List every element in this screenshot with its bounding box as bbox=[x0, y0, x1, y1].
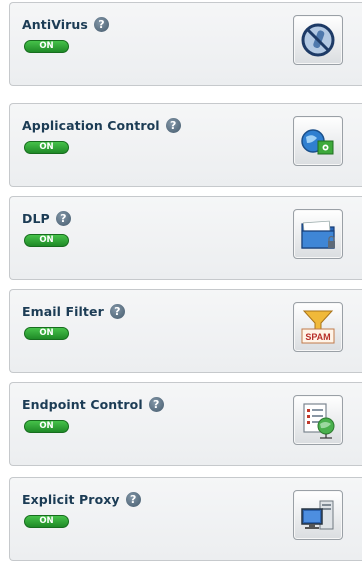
help-icon[interactable]: ? bbox=[148, 397, 164, 412]
feature-toggle[interactable]: ON bbox=[24, 234, 69, 247]
feature-card-dlp: DLP ? ON bbox=[9, 196, 362, 280]
email-filter-icon-button[interactable]: SPAM bbox=[293, 302, 343, 352]
help-icon[interactable]: ? bbox=[93, 17, 109, 32]
endpoint-control-icon bbox=[303, 403, 335, 439]
help-icon[interactable]: ? bbox=[55, 211, 71, 226]
feature-title: Endpoint Control bbox=[22, 397, 143, 412]
feature-toggle[interactable]: ON bbox=[24, 515, 69, 528]
help-icon[interactable]: ? bbox=[125, 492, 141, 507]
antivirus-icon bbox=[301, 23, 335, 57]
feature-title: Application Control bbox=[22, 118, 160, 133]
explicit-proxy-icon-button[interactable] bbox=[293, 490, 343, 540]
feature-card-application-control: Application Control ? ON bbox=[9, 103, 362, 187]
feature-toggle[interactable]: ON bbox=[24, 420, 69, 433]
application-control-icon-button[interactable] bbox=[293, 116, 343, 166]
application-control-icon bbox=[301, 129, 334, 155]
feature-title: AntiVirus bbox=[22, 17, 88, 32]
feature-card-explicit-proxy: Explicit Proxy ? ON bbox=[9, 477, 362, 561]
spam-filter-icon: SPAM bbox=[301, 310, 335, 344]
feature-toggle[interactable]: ON bbox=[24, 141, 69, 154]
feature-title: Explicit Proxy bbox=[22, 492, 120, 507]
feature-title-row: Email Filter ? bbox=[22, 304, 125, 319]
endpoint-control-icon-button[interactable] bbox=[293, 395, 343, 445]
antivirus-icon-button[interactable] bbox=[293, 15, 343, 65]
feature-title: DLP bbox=[22, 211, 50, 226]
dlp-icon-button[interactable] bbox=[293, 209, 343, 259]
spam-label: SPAM bbox=[305, 332, 330, 342]
help-icon[interactable]: ? bbox=[109, 304, 125, 319]
feature-title-row: AntiVirus ? bbox=[22, 17, 109, 32]
feature-card-email-filter: Email Filter ? ON SPAM bbox=[9, 289, 362, 373]
dlp-folder-icon bbox=[301, 220, 335, 249]
feature-title-row: DLP ? bbox=[22, 211, 71, 226]
feature-title-row: Application Control ? bbox=[22, 118, 181, 133]
feature-title: Email Filter bbox=[22, 304, 104, 319]
feature-title-row: Endpoint Control ? bbox=[22, 397, 164, 412]
feature-toggle[interactable]: ON bbox=[24, 327, 69, 340]
feature-title-row: Explicit Proxy ? bbox=[22, 492, 141, 507]
explicit-proxy-icon bbox=[301, 500, 334, 530]
help-icon[interactable]: ? bbox=[165, 118, 181, 133]
feature-card-antivirus: AntiVirus ? ON bbox=[9, 2, 362, 86]
feature-card-endpoint-control: Endpoint Control ? ON bbox=[9, 382, 362, 466]
feature-toggle[interactable]: ON bbox=[24, 40, 69, 53]
